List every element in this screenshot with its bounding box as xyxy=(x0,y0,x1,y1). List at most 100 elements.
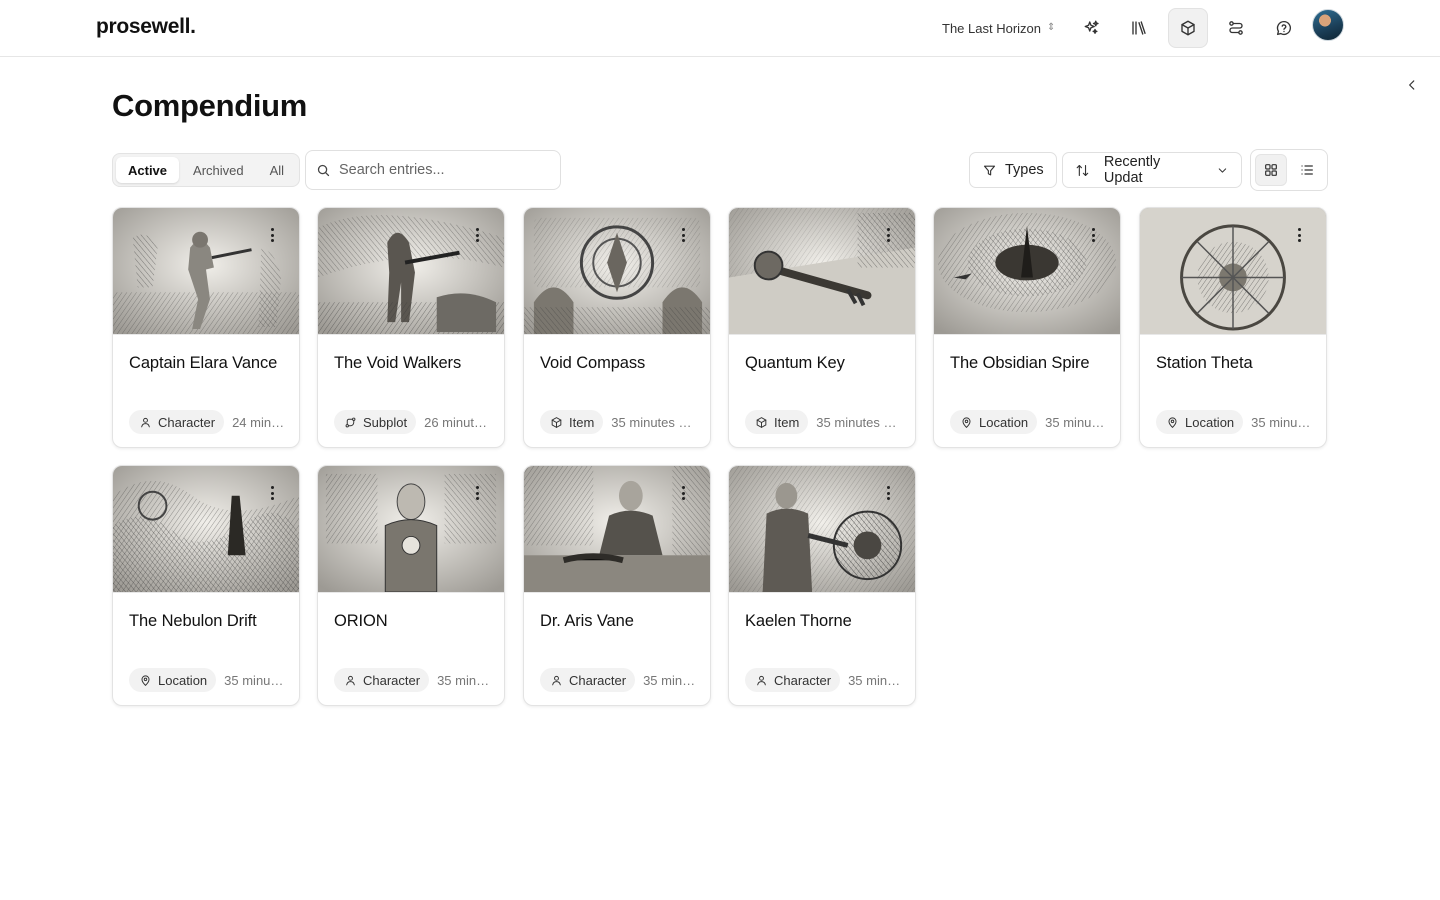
entry-type-badge: Item xyxy=(540,410,604,434)
entry-type-label: Location xyxy=(1185,414,1235,430)
entry-meta: Character 24 minutes ago xyxy=(129,410,287,434)
entry-updated-time: 35 minutes ago xyxy=(1045,414,1108,430)
user-avatar[interactable] xyxy=(1312,9,1344,41)
entry-card[interactable]: The Void Walkers Subplot 26 minutes ago xyxy=(317,207,505,448)
entry-type-badge: Character xyxy=(745,668,841,692)
entry-type-label: Subplot xyxy=(363,414,408,430)
search-box xyxy=(305,150,561,190)
more-options-icon[interactable] xyxy=(676,227,690,243)
top-bar: prosewell. The Last Horizon ⇕ xyxy=(0,0,1440,57)
list-view-button[interactable] xyxy=(1291,154,1323,186)
help-button[interactable] xyxy=(1264,8,1304,48)
sort-select-value: Recently Updat xyxy=(1103,154,1161,186)
box-icon xyxy=(756,416,767,428)
entry-title: The Void Walkers xyxy=(334,354,462,372)
entry-card[interactable]: Station Theta Location 35 minutes ago xyxy=(1139,207,1327,448)
entry-type-label: Item xyxy=(569,414,595,430)
person-icon xyxy=(757,675,766,685)
entry-meta: Character 35 minutes ago xyxy=(745,668,903,692)
entry-updated-time: 26 minutes ago xyxy=(424,414,492,430)
compendium-button[interactable] xyxy=(1168,8,1208,48)
entry-meta: Item 35 minutes ago xyxy=(745,410,903,434)
chevron-down-icon xyxy=(1218,167,1227,173)
entry-type-badge: Location xyxy=(950,410,1038,434)
entry-card[interactable]: Dr. Aris Vane Character 35 minutes ago xyxy=(523,465,711,706)
entry-card[interactable]: Void Compass Item 35 minutes ago xyxy=(523,207,711,448)
more-options-icon[interactable] xyxy=(881,227,895,243)
collapse-panel-button[interactable] xyxy=(1402,75,1422,95)
entry-type-badge: Item xyxy=(745,410,809,434)
app-logo[interactable]: prosewell. xyxy=(96,15,196,39)
entry-updated-time: 24 minutes ago xyxy=(232,414,287,430)
compendium-box-icon xyxy=(1181,20,1195,36)
grid-view-button[interactable] xyxy=(1255,154,1287,186)
project-name: The Last Horizon xyxy=(942,20,1041,36)
entry-title: Void Compass xyxy=(540,354,646,372)
person-icon xyxy=(141,417,150,427)
entry-type-badge: Character xyxy=(129,410,225,434)
entry-type-badge: Location xyxy=(129,668,217,692)
entry-updated-time: 35 minutes ago xyxy=(848,672,903,688)
entry-title: Dr. Aris Vane xyxy=(540,612,634,630)
entry-type-badge: Location xyxy=(1156,410,1244,434)
library-button[interactable] xyxy=(1119,8,1159,48)
entry-title: Quantum Key xyxy=(745,354,845,372)
more-options-icon[interactable] xyxy=(265,227,279,243)
more-options-icon[interactable] xyxy=(881,485,895,501)
tab-all[interactable]: All xyxy=(258,157,296,183)
entry-updated-time: 35 minutes ago xyxy=(1251,414,1314,430)
entry-card[interactable]: ORION Character 35 minutes ago xyxy=(317,465,505,706)
entry-type-label: Character xyxy=(774,672,832,688)
tab-active[interactable]: Active xyxy=(116,157,180,183)
types-filter-label: Types xyxy=(1005,162,1044,178)
pin-icon xyxy=(141,674,150,686)
help-icon xyxy=(1276,20,1292,36)
project-switcher[interactable]: The Last Horizon ⇕ xyxy=(934,14,1063,42)
chevron-up-down-icon: ⇕ xyxy=(1047,22,1056,33)
entry-card[interactable]: Captain Elara Vance Character 24 minutes… xyxy=(112,207,300,448)
entry-updated-time: 35 minutes ago xyxy=(224,672,287,688)
entry-card[interactable]: Kaelen Thorne Character 35 minutes ago xyxy=(728,465,916,706)
more-options-icon[interactable] xyxy=(470,227,484,243)
entry-title: Captain Elara Vance xyxy=(129,354,278,372)
filter-icon xyxy=(983,165,996,175)
entry-title: Kaelen Thorne xyxy=(745,612,852,630)
plotlines-icon xyxy=(1229,21,1243,35)
plotlines-button[interactable] xyxy=(1216,8,1256,48)
entry-meta: Item 35 minutes ago xyxy=(540,410,698,434)
types-filter-button[interactable]: Types xyxy=(969,152,1057,188)
sort-arrows-icon xyxy=(1076,164,1089,176)
more-options-icon[interactable] xyxy=(470,485,484,501)
search-input[interactable] xyxy=(339,162,539,178)
entry-meta: Character 35 minutes ago xyxy=(334,668,492,692)
entry-title: The Obsidian Spire xyxy=(950,354,1090,372)
entry-type-badge: Character xyxy=(540,668,636,692)
box-icon xyxy=(551,416,562,428)
entry-type-badge: Character xyxy=(334,668,430,692)
entry-type-label: Item xyxy=(774,414,800,430)
entry-updated-time: 35 minutes ago xyxy=(437,672,492,688)
entry-card[interactable]: The Nebulon Drift Location 35 minutes ag… xyxy=(112,465,300,706)
ai-sparkle-icon xyxy=(1084,20,1099,34)
entry-card[interactable]: Quantum Key Item 35 minutes ago xyxy=(728,207,916,448)
more-options-icon[interactable] xyxy=(676,485,690,501)
entry-card[interactable]: The Obsidian Spire Location 35 minutes a… xyxy=(933,207,1121,448)
more-options-icon[interactable] xyxy=(1292,227,1306,243)
person-icon xyxy=(552,675,561,685)
list-icon xyxy=(1301,165,1313,175)
pin-icon xyxy=(1168,416,1177,428)
entry-meta: Location 35 minutes ago xyxy=(1156,410,1314,434)
grid-icon xyxy=(1265,164,1277,176)
status-filter-tabs: Active Archived All xyxy=(112,153,301,187)
chevron-left-icon xyxy=(1409,80,1415,90)
ai-sparkle-button[interactable] xyxy=(1072,8,1112,48)
pin-icon xyxy=(962,416,971,428)
entry-meta: Subplot 26 minutes ago xyxy=(334,410,492,434)
more-options-icon[interactable] xyxy=(265,485,279,501)
sort-select[interactable]: Recently Updat xyxy=(1062,152,1242,188)
tab-archived[interactable]: Archived xyxy=(181,157,256,183)
entry-type-label: Character xyxy=(569,672,627,688)
more-options-icon[interactable] xyxy=(1086,227,1100,243)
entry-updated-time: 35 minutes ago xyxy=(643,672,698,688)
view-toggle xyxy=(1250,149,1328,191)
